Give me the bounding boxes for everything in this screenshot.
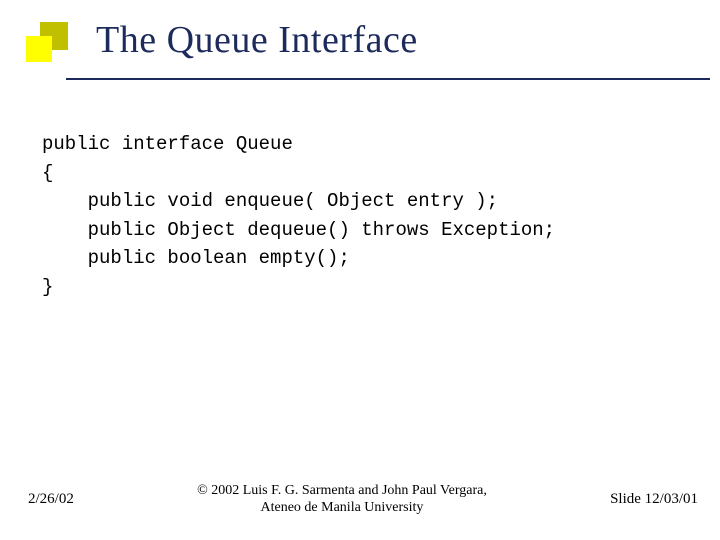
code-line: } (42, 276, 53, 298)
footer-copyright: © 2002 Luis F. G. Sarmenta and John Paul… (74, 482, 610, 517)
code-line: public void enqueue( Object entry ); (42, 190, 498, 212)
code-line: { (42, 162, 53, 184)
footer-copyright-line1: © 2002 Luis F. G. Sarmenta and John Paul… (74, 482, 610, 500)
code-line: public boolean empty(); (42, 247, 350, 269)
footer-date: 2/26/02 (28, 491, 74, 508)
title-decor-square-yellow (26, 36, 52, 62)
slide-title: The Queue Interface (96, 18, 418, 62)
slide-body: public interface Queue { public void enq… (42, 130, 682, 301)
code-line: public interface Queue (42, 133, 293, 155)
slide: The Queue Interface public interface Que… (0, 0, 720, 540)
code-line: public Object dequeue() throws Exception… (42, 219, 555, 241)
code-block: public interface Queue { public void enq… (42, 130, 682, 301)
slide-footer: 2/26/02 © 2002 Luis F. G. Sarmenta and J… (0, 478, 720, 520)
footer-copyright-line2: Ateneo de Manila University (74, 499, 610, 517)
title-underline (66, 78, 710, 80)
footer-slide-number: Slide 12/03/01 (610, 491, 698, 508)
